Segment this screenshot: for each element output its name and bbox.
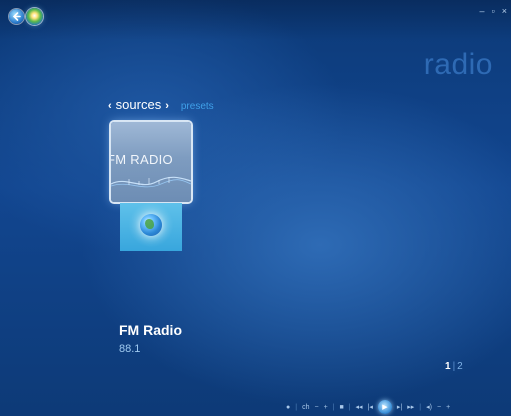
transport-controls: ● | ch − + | ■ | ◂◂ |◂ ▶ ▸| ▸▸ | ◂) − + xyxy=(286,398,450,416)
category-nav: ‹ sources › presets xyxy=(108,97,214,112)
mute-button[interactable]: ◂) xyxy=(426,403,432,411)
channel-down-button[interactable]: − xyxy=(314,404,318,411)
fast-forward-button[interactable]: ▸▸ xyxy=(407,403,414,411)
divider: | xyxy=(419,403,422,411)
volume-up-button[interactable]: + xyxy=(446,404,450,411)
window-controls: – ▫ × xyxy=(480,6,507,16)
title-bar xyxy=(0,0,511,40)
chevron-right-icon: › xyxy=(165,100,169,112)
fm-radio-wave-icon xyxy=(111,176,191,188)
volume-down-button[interactable]: − xyxy=(437,404,441,411)
divider: | xyxy=(348,403,351,411)
minimize-button[interactable]: – xyxy=(480,6,485,16)
divider: | xyxy=(332,403,335,411)
internet-radio-tile[interactable] xyxy=(120,203,182,251)
channel-up-button[interactable]: + xyxy=(324,404,328,411)
play-icon: ▶ xyxy=(382,404,388,411)
skip-forward-button[interactable]: ▸| xyxy=(397,403,402,411)
nav-sources[interactable]: ‹ sources › xyxy=(108,97,169,112)
stop-button[interactable]: ■ xyxy=(339,404,343,411)
globe-landmass xyxy=(145,219,154,229)
page-title: radio xyxy=(423,48,493,81)
close-button[interactable]: × xyxy=(502,6,507,16)
divider: | xyxy=(295,403,298,411)
chevron-left-icon: ‹ xyxy=(108,100,112,112)
windows-logo-icon[interactable] xyxy=(26,8,43,25)
page-1-button[interactable]: 1 xyxy=(445,361,451,372)
station-frequency: 88.1 xyxy=(119,343,141,355)
internet-globe-icon xyxy=(140,214,162,236)
back-arrow-icon[interactable] xyxy=(9,9,24,24)
skip-back-button[interactable]: |◂ xyxy=(368,403,373,411)
restore-button[interactable]: ▫ xyxy=(492,6,495,16)
page-2-button[interactable]: 2 xyxy=(457,361,463,372)
rewind-button[interactable]: ◂◂ xyxy=(356,403,363,411)
station-name: FM Radio xyxy=(119,322,182,338)
nav-sources-label: sources xyxy=(115,97,162,112)
record-button[interactable]: ● xyxy=(286,404,290,411)
fm-radio-tile[interactable]: FM RADIO xyxy=(111,122,191,202)
pager-separator: | xyxy=(452,361,456,372)
fm-radio-tile-label: FM RADIO xyxy=(111,152,173,167)
pager: 1 | 2 xyxy=(445,361,463,372)
channel-label: ch xyxy=(302,403,310,411)
nav-presets[interactable]: presets xyxy=(181,101,214,112)
play-button[interactable]: ▶ xyxy=(377,400,392,414)
